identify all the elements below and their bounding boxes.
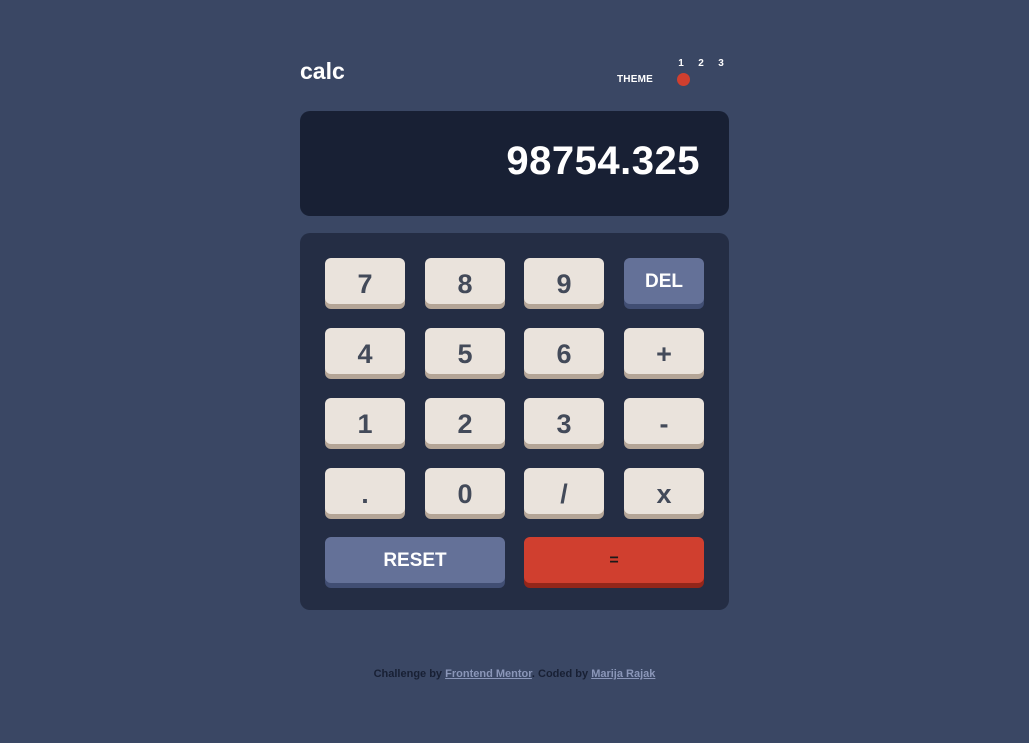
theme-label: THEME — [617, 74, 653, 85]
author-link[interactable]: Marija Rajak — [591, 668, 655, 680]
coded-prefix: . Coded by — [531, 668, 592, 680]
attribution-footer: Challenge by Frontend Mentor. Coded by M… — [0, 668, 1029, 680]
key-plus[interactable]: + — [624, 328, 704, 374]
calculator-app: calc THEME 1 2 3 98754.325 7 8 9 DEL 4 5… — [300, 56, 729, 610]
key-1[interactable]: 1 — [325, 398, 405, 444]
key-4[interactable]: 4 — [325, 328, 405, 374]
theme-option-2[interactable]: 2 — [695, 58, 707, 69]
display-value: 98754.325 — [506, 139, 700, 183]
key-0[interactable]: 0 — [425, 468, 505, 514]
app-logo: calc — [300, 58, 345, 84]
theme-option-1[interactable]: 1 — [675, 58, 687, 69]
key-2[interactable]: 2 — [425, 398, 505, 444]
challenge-prefix: Challenge by — [373, 668, 446, 680]
delete-button[interactable]: DEL — [624, 258, 704, 304]
key-decimal[interactable]: . — [325, 468, 405, 514]
theme-toggle-knob[interactable] — [677, 73, 690, 86]
equals-button[interactable]: = — [524, 537, 704, 583]
key-divide[interactable]: / — [524, 468, 604, 514]
key-7[interactable]: 7 — [325, 258, 405, 304]
theme-toggle[interactable] — [672, 71, 728, 88]
key-multiply[interactable]: x — [624, 468, 704, 514]
frontend-mentor-link[interactable]: Frontend Mentor — [445, 668, 532, 680]
key-5[interactable]: 5 — [425, 328, 505, 374]
key-8[interactable]: 8 — [425, 258, 505, 304]
theme-option-3[interactable]: 3 — [715, 58, 727, 69]
key-3[interactable]: 3 — [524, 398, 604, 444]
keypad: 7 8 9 DEL 4 5 6 + 1 2 3 - . 0 / x RESET … — [300, 233, 729, 610]
key-9[interactable]: 9 — [524, 258, 604, 304]
reset-button[interactable]: RESET — [325, 537, 505, 583]
key-minus[interactable]: - — [624, 398, 704, 444]
calculator-display: 98754.325 — [300, 111, 729, 216]
header: calc THEME 1 2 3 — [300, 56, 729, 100]
key-6[interactable]: 6 — [524, 328, 604, 374]
theme-options: 1 2 3 — [675, 58, 727, 69]
